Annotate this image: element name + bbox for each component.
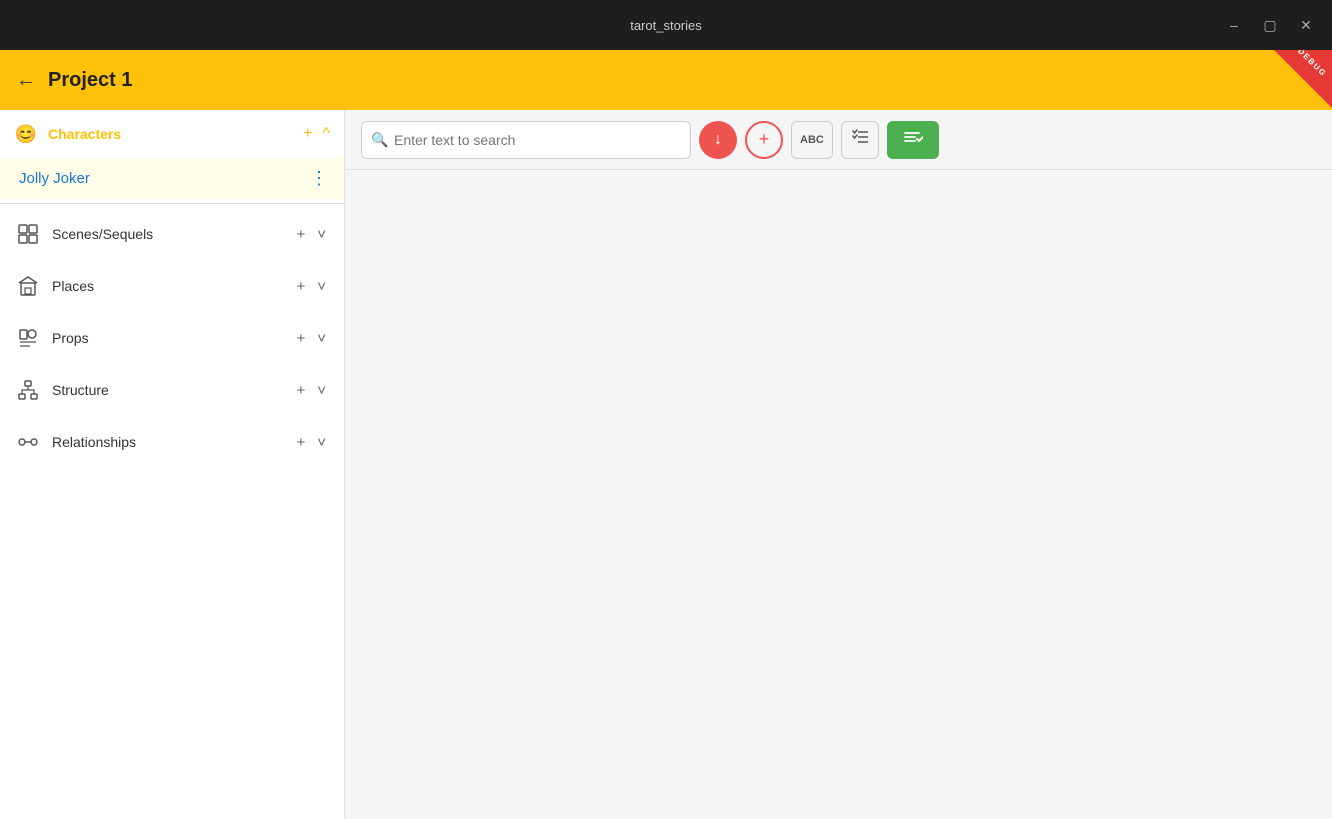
- add-character-button[interactable]: +: [301, 123, 314, 145]
- search-icon: 🔍: [371, 131, 388, 148]
- titlebar: tarot_stories – ▢ ✕: [0, 0, 1332, 50]
- abc-button[interactable]: ABC: [791, 121, 833, 159]
- add-scene-button[interactable]: +: [292, 224, 309, 245]
- characters-label: Characters: [48, 126, 293, 142]
- project-title: Project 1: [48, 69, 132, 92]
- structure-icon: [14, 376, 42, 404]
- sidebar: 😊 Characters + ^ Jolly Joker ⋮: [0, 110, 345, 819]
- search-container: 🔍: [361, 121, 691, 159]
- character-name: Jolly Joker: [19, 170, 302, 187]
- character-item-jolly-joker[interactable]: Jolly Joker ⋮: [0, 158, 344, 199]
- characters-icon: 😊: [12, 120, 40, 148]
- sidebar-item-scenes[interactable]: Scenes/Sequels + ˅: [0, 208, 344, 260]
- add-place-button[interactable]: +: [292, 276, 309, 297]
- characters-actions: + ^: [301, 123, 332, 145]
- character-menu-button[interactable]: ⋮: [310, 168, 328, 189]
- back-button[interactable]: ←: [16, 69, 36, 92]
- checklist-button[interactable]: [841, 121, 879, 159]
- download-button[interactable]: ↓: [699, 121, 737, 159]
- content-toolbar: 🔍 ↓ + ABC: [345, 110, 1332, 170]
- sidebar-item-relationships[interactable]: Relationships + ˅: [0, 416, 344, 468]
- structure-label: Structure: [52, 382, 282, 398]
- add-relationship-button[interactable]: +: [292, 432, 309, 453]
- content-area: 🔍 ↓ + ABC: [345, 110, 1332, 819]
- places-label: Places: [52, 278, 282, 294]
- places-actions: + ˅: [292, 276, 330, 297]
- window-controls: – ▢ ✕: [1220, 11, 1320, 39]
- expand-relationships-button[interactable]: ˅: [313, 432, 330, 453]
- structure-actions: + ˅: [292, 380, 330, 401]
- add-prop-button[interactable]: +: [292, 328, 309, 349]
- collapse-characters-button[interactable]: ^: [320, 123, 332, 145]
- scenes-actions: + ˅: [292, 224, 330, 245]
- main-area: 😊 Characters + ^ Jolly Joker ⋮: [0, 110, 1332, 819]
- minimize-button[interactable]: –: [1220, 11, 1248, 39]
- relationships-actions: + ˅: [292, 432, 330, 453]
- scenes-label: Scenes/Sequels: [52, 226, 282, 242]
- expand-structure-button[interactable]: ˅: [313, 380, 330, 401]
- props-actions: + ˅: [292, 328, 330, 349]
- app-container: ← Project 1 DEBUG 😊 Characters + ^: [0, 50, 1332, 819]
- sidebar-item-props[interactable]: Props + ˅: [0, 312, 344, 364]
- debug-ribbon-container: DEBUG: [1272, 50, 1332, 110]
- props-icon: [14, 324, 42, 352]
- download-icon: ↓: [714, 131, 722, 149]
- app-title: tarot_stories: [630, 18, 702, 33]
- relationships-icon: [14, 428, 42, 456]
- add-circle-button[interactable]: +: [745, 121, 783, 159]
- header-bar: ← Project 1 DEBUG: [0, 50, 1332, 110]
- close-button[interactable]: ✕: [1292, 11, 1320, 39]
- sidebar-item-structure[interactable]: Structure + ˅: [0, 364, 344, 416]
- checklist-icon: [851, 129, 869, 150]
- search-input[interactable]: [361, 121, 691, 159]
- maximize-button[interactable]: ▢: [1256, 11, 1284, 39]
- sidebar-divider-1: [0, 203, 344, 204]
- expand-scenes-button[interactable]: ˅: [313, 224, 330, 245]
- green-check-icon: [903, 130, 923, 149]
- sidebar-item-places[interactable]: Places + ˅: [0, 260, 344, 312]
- props-label: Props: [52, 330, 282, 346]
- add-circle-icon: +: [759, 129, 770, 150]
- content-main: [345, 170, 1332, 819]
- places-icon: [14, 272, 42, 300]
- expand-props-button[interactable]: ˅: [313, 328, 330, 349]
- abc-icon: ABC: [800, 134, 824, 146]
- expand-places-button[interactable]: ˅: [313, 276, 330, 297]
- scenes-icon: [14, 220, 42, 248]
- characters-section-header[interactable]: 😊 Characters + ^: [0, 110, 344, 158]
- add-structure-button[interactable]: +: [292, 380, 309, 401]
- relationships-label: Relationships: [52, 434, 282, 450]
- green-check-button[interactable]: [887, 121, 939, 159]
